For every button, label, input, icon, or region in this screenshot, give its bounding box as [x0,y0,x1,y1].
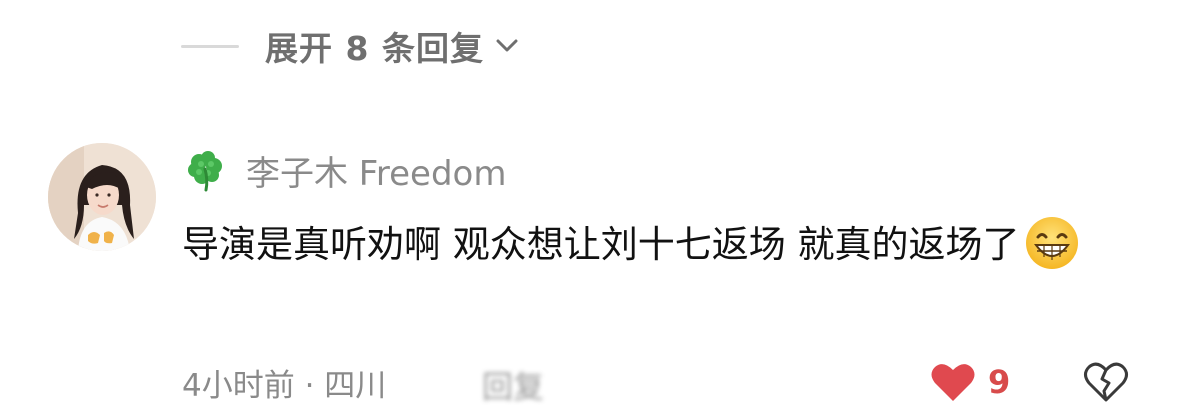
grinning-face-emoji-icon [1024,215,1080,271]
avatar[interactable] [48,143,156,251]
comment-body: 导演是真听劝啊 观众想让刘十七返场 就真的返场了 [182,216,1142,274]
divider-line [181,44,239,48]
four-leaf-clover-icon [184,148,228,192]
chevron-down-icon [496,39,518,53]
reply-button[interactable]: 回复 [482,362,544,407]
like-button[interactable]: 9 [930,361,1010,403]
dislike-button[interactable] [1083,361,1129,407]
comment-time-location: 4小时前 · 四川 [182,368,387,404]
heart-icon [931,364,975,401]
broken-heart-icon [1084,362,1128,402]
like-count: 9 [988,363,1011,401]
comment-author[interactable]: 李子木 Freedom [184,146,506,194]
expand-replies-button[interactable]: 展开 8 条回复 [181,18,518,74]
expand-replies-label: 展开 8 条回复 [265,29,484,68]
user-name: 李子木 Freedom [246,153,507,194]
comment-text: 导演是真听劝啊 观众想让刘十七返场 就真的返场了 [182,223,1020,266]
